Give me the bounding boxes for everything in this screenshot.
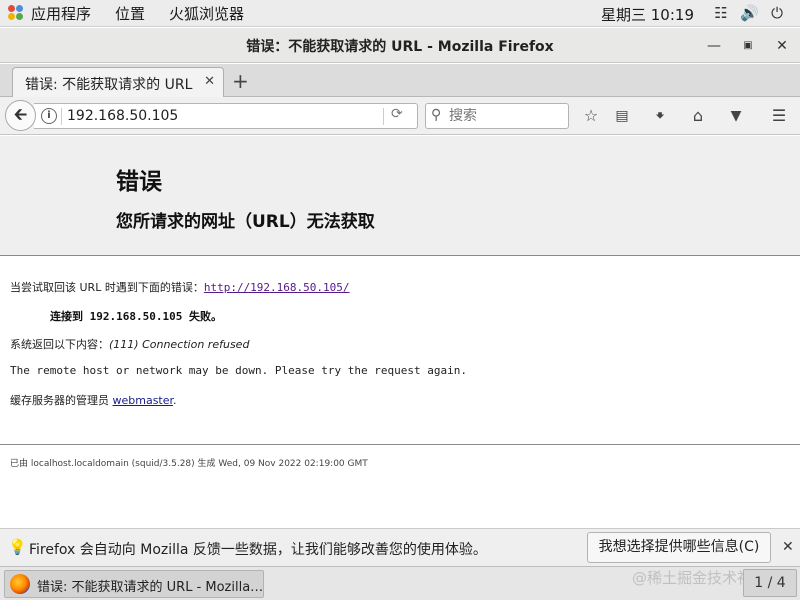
connect-failed-text: 连接到 192.168.50.105 失败。 — [50, 310, 222, 323]
attempt-link[interactable]: http://192.168.50.105/ — [204, 281, 350, 294]
power-icon[interactable]: ⏻ — [768, 4, 786, 22]
window-titlebar[interactable]: 错误：不能获取请求的 URL - Mozilla Firefox — ▣ ✕ — [0, 28, 800, 63]
url-input[interactable] — [67, 106, 377, 126]
maximize-button[interactable]: ▣ — [738, 36, 758, 56]
new-tab-button[interactable]: + — [232, 69, 249, 93]
attempt-line: 当尝试取回该 URL 时遇到下面的错误：http://192.168.50.10… — [10, 279, 350, 295]
bookmarks-list-icon[interactable]: ▤ — [612, 106, 632, 126]
close-notification-icon[interactable]: ✕ — [782, 539, 794, 555]
volume-icon[interactable]: 🔊 — [740, 4, 759, 22]
page-content: 错误 您所请求的网址（URL）无法获取 当尝试取回该 URL 时遇到下面的错误：… — [0, 136, 800, 528]
workspace-switcher[interactable]: 1 / 4 — [743, 569, 797, 597]
lightbulb-icon: 💡 — [8, 538, 27, 556]
admin-text: 缓存服务器的管理员 — [10, 394, 113, 407]
footer-text: 已由 localhost.localdomain (squid/3.5.28) … — [10, 459, 368, 469]
tab-error-page[interactable]: 错误: 不能获取请求的 URL ✕ — [12, 67, 224, 97]
close-tab-icon[interactable]: ✕ — [204, 74, 215, 89]
search-bar[interactable]: ⚲ — [425, 103, 569, 129]
taskbar: 错误: 不能获取请求的 URL - Mozilla… @稀土掘金技术社区 1 /… — [0, 566, 800, 600]
applications-menu[interactable]: 应用程序 — [31, 3, 91, 24]
remote-down-text: The remote host or network may be down. … — [10, 364, 467, 377]
error-subtitle: 您所请求的网址（URL）无法获取 — [116, 212, 375, 232]
url-separator — [383, 108, 384, 125]
bookmark-star-icon[interactable]: ☆ — [581, 106, 601, 126]
close-window-button[interactable]: ✕ — [772, 36, 792, 56]
system-returned-line: 系统返回以下内容：(111) Connection refused — [10, 336, 249, 352]
system-returned-label: 系统返回以下内容： — [10, 338, 109, 351]
system-message: (111) Connection refused — [109, 338, 250, 351]
webmaster-link[interactable]: webmaster — [113, 394, 174, 407]
menu-icon[interactable]: ☰ — [769, 106, 789, 126]
navigation-bar: i ⟳ 🡰 ⚲ ☆ ▤ 🠻 ⌂ ▼ ☰ — [0, 97, 800, 135]
back-button[interactable]: 🡰 — [5, 100, 36, 131]
home-icon[interactable]: ⌂ — [688, 106, 708, 126]
places-menu[interactable]: 位置 — [115, 3, 145, 24]
window-title: 错误：不能获取请求的 URL - Mozilla Firefox — [246, 39, 554, 55]
system-tray[interactable]: ☷ 🔊 ⏻ — [712, 4, 786, 22]
url-bar[interactable]: i ⟳ — [34, 103, 418, 129]
footer-divider — [0, 444, 800, 445]
notification-bar: 💡 Firefox 会自动向 Mozilla 反馈一些数据，让我们能够改善您的使… — [0, 528, 800, 566]
attempt-text: 当尝试取回该 URL 时遇到下面的错误： — [10, 281, 204, 294]
url-separator — [61, 108, 62, 125]
firefox-icon — [10, 574, 30, 594]
top-menu: 应用程序 位置 火狐浏览器 — [0, 0, 268, 27]
clock[interactable]: 星期三 10:19 — [601, 4, 694, 25]
taskbar-window-label: 错误: 不能获取请求的 URL - Mozilla… — [37, 580, 264, 595]
taskbar-firefox-window[interactable]: 错误: 不能获取请求的 URL - Mozilla… — [4, 570, 264, 598]
pocket-icon[interactable]: ▼ — [726, 106, 746, 126]
download-icon[interactable]: 🠻 — [650, 106, 670, 126]
admin-line: 缓存服务器的管理员 webmaster. — [10, 392, 177, 408]
tab-label: 错误: 不能获取请求的 URL — [25, 77, 193, 93]
error-title: 错误 — [116, 169, 162, 195]
search-input[interactable] — [449, 106, 564, 126]
tab-strip: 错误: 不能获取请求的 URL ✕ + — [0, 64, 800, 97]
search-icon: ⚲ — [431, 107, 442, 123]
network-icon[interactable]: ☷ — [712, 4, 730, 22]
error-header: 错误 您所请求的网址（URL）无法获取 — [0, 136, 800, 256]
admin-suffix: . — [173, 394, 177, 407]
choose-data-button[interactable]: 我想选择提供哪些信息(C) — [587, 532, 771, 563]
applications-icon — [8, 5, 24, 21]
reload-icon[interactable]: ⟳ — [391, 106, 403, 122]
firefox-app-menu[interactable]: 火狐浏览器 — [169, 3, 244, 24]
site-info-icon[interactable]: i — [41, 108, 57, 124]
minimize-button[interactable]: — — [704, 36, 724, 56]
top-bar: 应用程序 位置 火狐浏览器 星期三 10:19 ☷ 🔊 ⏻ — [0, 0, 800, 27]
notification-message: Firefox 会自动向 Mozilla 反馈一些数据，让我们能够改善您的使用体… — [29, 542, 487, 558]
